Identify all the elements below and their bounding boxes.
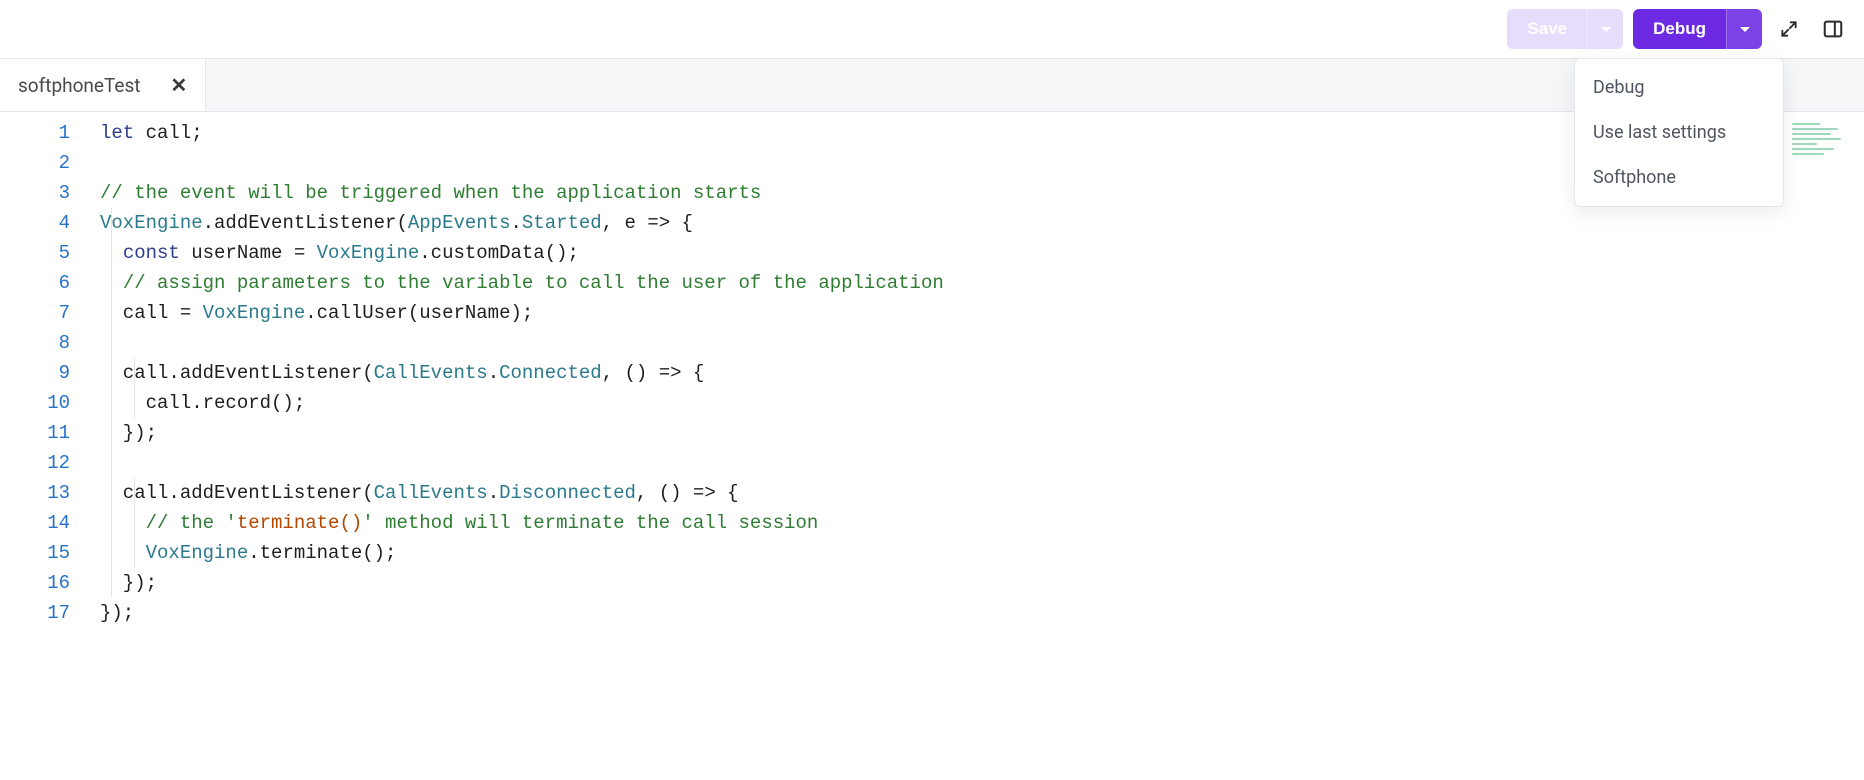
caret-down-icon bbox=[1740, 27, 1750, 32]
debug-button[interactable]: Debug bbox=[1633, 9, 1726, 49]
caret-down-icon bbox=[1601, 27, 1611, 32]
menu-item-debug[interactable]: Debug bbox=[1575, 65, 1783, 110]
panel-icon bbox=[1822, 18, 1844, 40]
debug-button-group: Debug bbox=[1633, 9, 1762, 49]
save-button-group: Save bbox=[1507, 9, 1623, 49]
save-dropdown-button[interactable] bbox=[1587, 9, 1623, 49]
expand-icon bbox=[1779, 19, 1799, 39]
menu-item-softphone[interactable]: Softphone bbox=[1575, 155, 1783, 200]
tab-softphonetest[interactable]: softphoneTest ✕ bbox=[0, 59, 206, 111]
line-gutter: 1 2 3 4 5 6 7 8 9 10 11 12 13 14 15 16 1… bbox=[0, 112, 100, 780]
close-icon[interactable]: ✕ bbox=[171, 75, 188, 95]
menu-item-use-last[interactable]: Use last settings bbox=[1575, 110, 1783, 155]
expand-button[interactable] bbox=[1772, 12, 1806, 46]
toolbar: Save Debug bbox=[0, 0, 1864, 58]
debug-dropdown-button[interactable] bbox=[1726, 9, 1762, 49]
code-editor: 1 2 3 4 5 6 7 8 9 10 11 12 13 14 15 16 1… bbox=[0, 112, 1864, 780]
save-button[interactable]: Save bbox=[1507, 9, 1587, 49]
debug-dropdown-menu: Debug Use last settings Softphone bbox=[1574, 58, 1784, 207]
tab-label: softphoneTest bbox=[18, 74, 141, 97]
panel-toggle-button[interactable] bbox=[1816, 12, 1850, 46]
code-area[interactable]: let call;// the event will be triggered … bbox=[100, 112, 1864, 780]
